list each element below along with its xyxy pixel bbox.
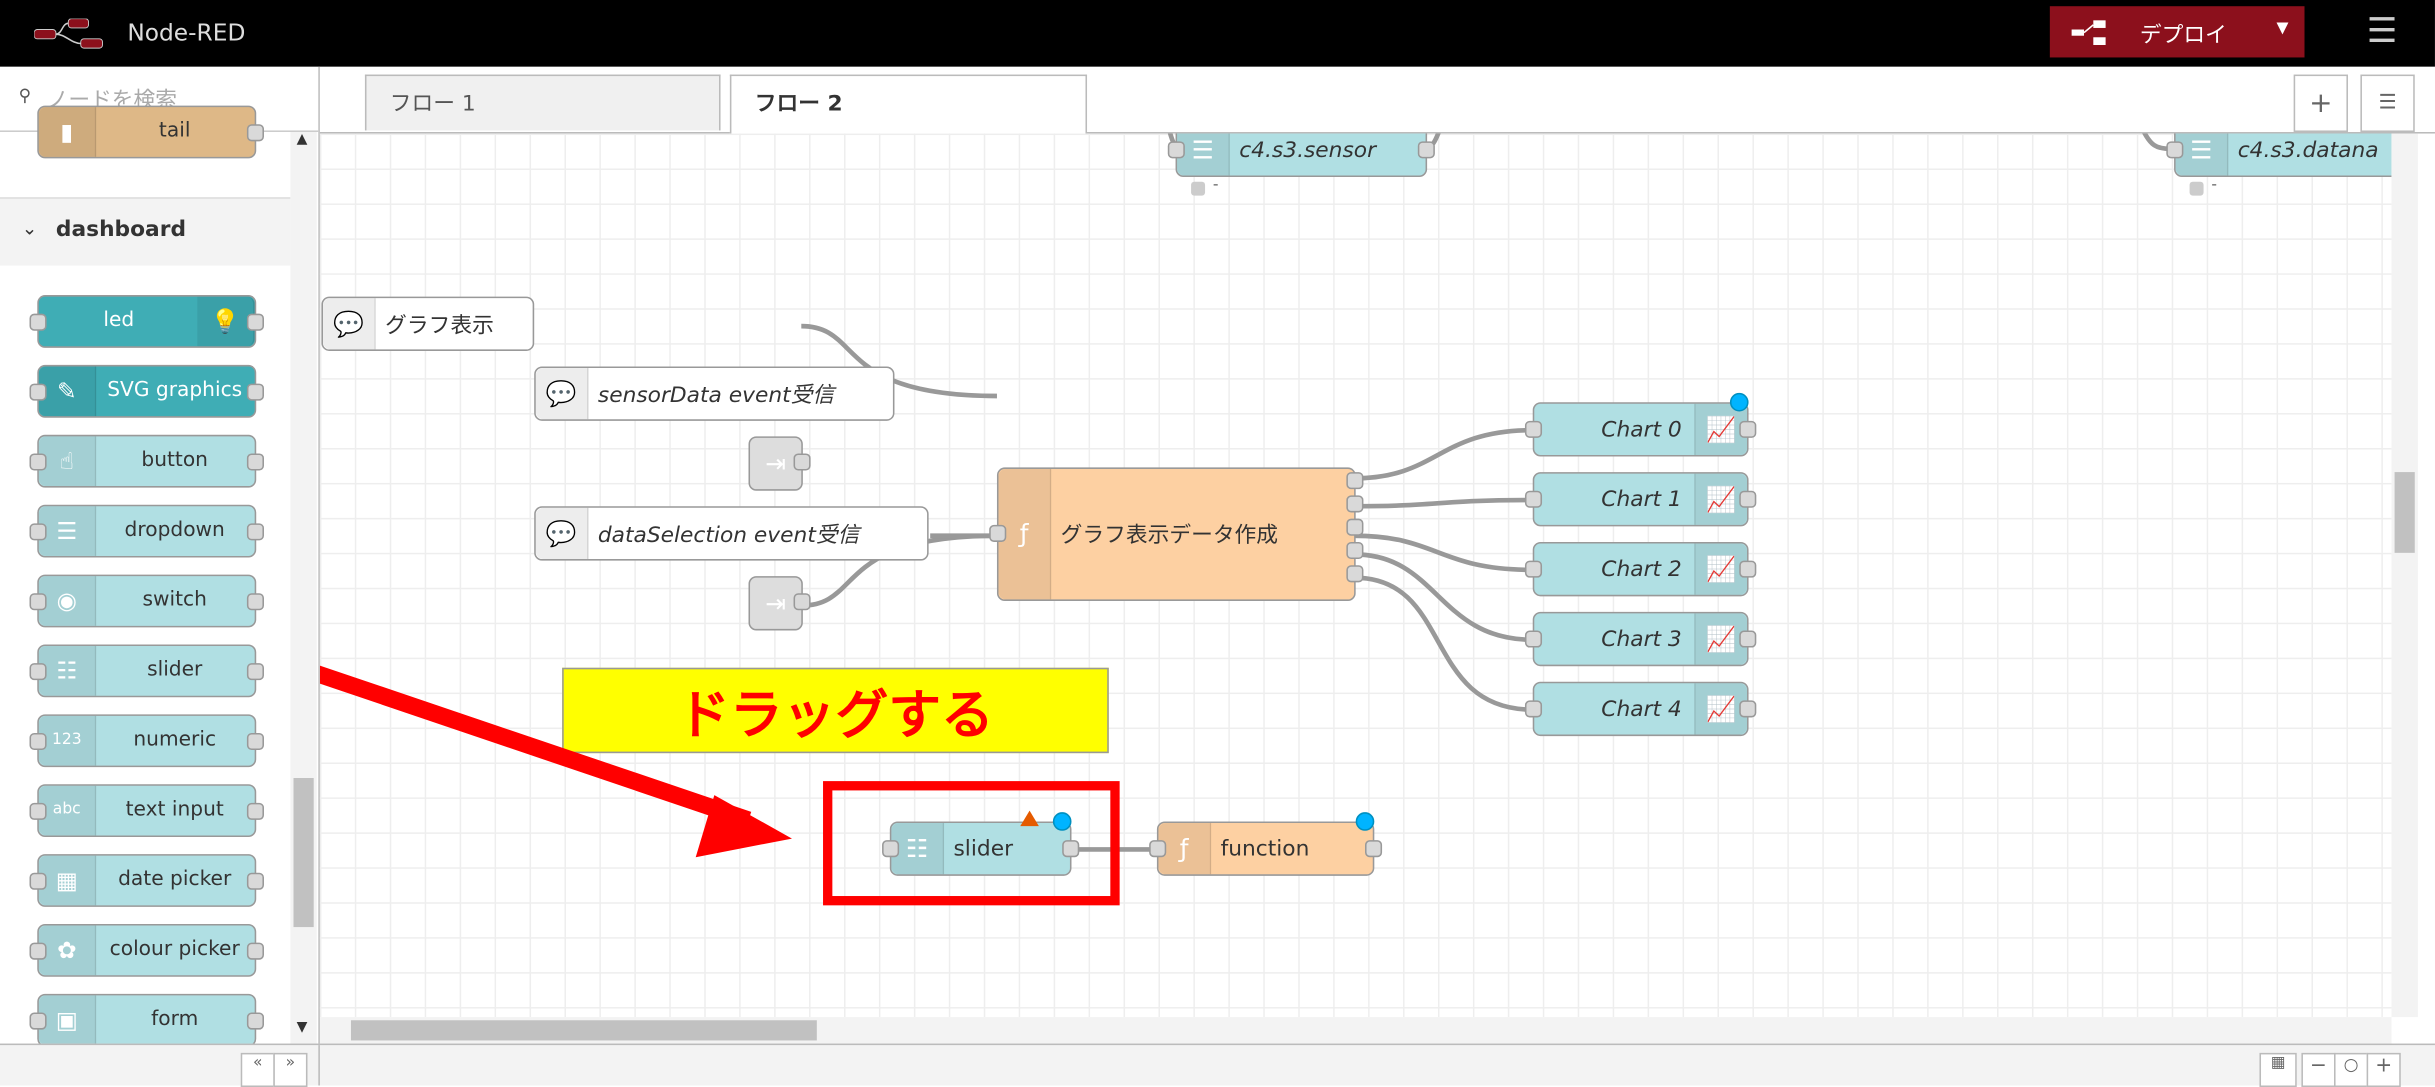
palette-node-label: SVG graphics (107, 378, 243, 403)
input-port[interactable] (29, 313, 47, 331)
scroll-up-icon[interactable]: ▲ (297, 132, 308, 148)
palette-node-dropdown[interactable]: ☰ dropdown (29, 504, 264, 558)
palette-node-label: switch (142, 588, 207, 612)
deploy-dropdown-icon[interactable]: ▼ (2277, 20, 2289, 37)
flow-canvas[interactable]: ☰ c4.s3.sensor ☰ c4.s3.datana - - 💬 グラフ表示 💬 senso… (319, 133, 2392, 1018)
output-port[interactable] (246, 313, 264, 331)
zoom-reset-icon[interactable]: ○ (2334, 1052, 2369, 1087)
output-port[interactable] (246, 523, 264, 541)
palette-node-label: date picker (118, 868, 232, 892)
abc-icon: abc (38, 785, 97, 836)
input-port[interactable] (29, 663, 47, 681)
palette-node-label: numeric (133, 728, 217, 752)
input-port[interactable] (29, 802, 47, 820)
navigator-map-icon[interactable]: ▦ (2259, 1052, 2297, 1087)
zoom-in-icon[interactable]: + (2366, 1052, 2401, 1087)
scrollbar-thumb[interactable] (2394, 472, 2415, 553)
toggle-icon: ◉ (38, 576, 97, 626)
hand-pointer-icon: ☝ (38, 436, 97, 487)
output-port[interactable] (246, 453, 264, 471)
output-port[interactable] (246, 383, 264, 401)
input-port[interactable] (29, 942, 47, 960)
expand-all-icon[interactable]: » (273, 1052, 308, 1087)
scrollbar-thumb[interactable] (293, 778, 314, 928)
file-icon: ▮ (38, 107, 97, 157)
output-port[interactable] (246, 124, 264, 142)
search-icon: ⚲ (18, 85, 32, 106)
canvas-vertical-scrollbar[interactable] (2391, 133, 2418, 1018)
palette-category-dashboard[interactable]: ⌄ dashboard (0, 197, 291, 266)
tab-flow-1[interactable]: フロー 1 (364, 74, 721, 131)
form-icon: ▣ (38, 995, 97, 1044)
header-bar: Node-RED デプロイ ▼ ☰ (0, 0, 2435, 67)
output-port[interactable] (246, 663, 264, 681)
zoom-out-icon[interactable]: − (2301, 1052, 2336, 1087)
palette-node-slider[interactable]: ☷ slider (29, 644, 264, 698)
output-port[interactable] (246, 942, 264, 960)
deploy-label: デプロイ (2139, 23, 2227, 49)
app-title: Node-RED (127, 18, 246, 47)
annotation-overlay (319, 665, 1120, 906)
palette-node-text-input[interactable]: abc text input (29, 784, 264, 838)
palette-node-tail[interactable]: ▮ tail (37, 105, 264, 159)
input-port[interactable] (29, 1012, 47, 1030)
palette-node-button[interactable]: ☝ button (29, 434, 264, 488)
calendar-icon: ▦ (38, 855, 97, 906)
palette-node-form[interactable]: ▣ form (29, 993, 264, 1044)
footer-bar: « » ▦ − ○ + (0, 1043, 2435, 1087)
output-port[interactable] (246, 802, 264, 820)
pen-icon: ✎ (38, 366, 97, 417)
output-port[interactable] (246, 872, 264, 890)
input-port[interactable] (29, 872, 47, 890)
deploy-button[interactable]: デプロイ ▼ (2049, 6, 2305, 58)
output-port[interactable] (246, 732, 264, 751)
palette-icon: ✿ (38, 925, 97, 976)
scrollbar-thumb[interactable] (350, 1020, 817, 1041)
palette-node-label: colour picker (109, 937, 240, 962)
palette-node-colour-picker[interactable]: ✿ colour picker (29, 923, 264, 977)
canvas-horizontal-scrollbar[interactable] (319, 1017, 2392, 1044)
output-port[interactable] (246, 1012, 264, 1030)
numeric-123-icon: 123 (38, 715, 97, 766)
collapse-all-icon[interactable]: « (240, 1052, 275, 1087)
palette-node-label: led (103, 309, 135, 333)
palette-node-label: slider (147, 658, 203, 682)
palette-node-switch[interactable]: ◉ switch (29, 574, 264, 628)
input-port[interactable] (29, 732, 47, 751)
input-port[interactable] (29, 593, 47, 611)
input-port[interactable] (29, 453, 47, 471)
palette-node-numeric[interactable]: 123 numeric (29, 714, 264, 768)
palette-scrollbar[interactable]: ▲ ▼ (290, 131, 317, 1044)
scroll-down-icon[interactable]: ▼ (297, 1020, 308, 1036)
output-port[interactable] (246, 593, 264, 611)
palette-node-label: text input (125, 798, 224, 822)
palette-node-label: form (151, 1007, 199, 1032)
highlight-box (823, 781, 1120, 906)
list-icon: ☰ (38, 506, 97, 556)
workspace-tabs: フロー 1 フロー 2 + ☰ (319, 66, 2435, 134)
red-arrow-shaft (319, 665, 752, 829)
node-red-logo-icon (34, 18, 103, 49)
palette-node-date-picker[interactable]: ▦ date picker (29, 854, 264, 907)
input-port[interactable] (29, 523, 47, 541)
palette-node-led[interactable]: 💡 led (29, 295, 264, 348)
add-flow-button[interactable]: + (2293, 74, 2348, 132)
palette-node-svg-graphics[interactable]: ✎ SVG graphics (29, 364, 264, 418)
sliders-icon: ☷ (38, 646, 97, 696)
input-port[interactable] (29, 383, 47, 401)
tab-flow-2[interactable]: フロー 2 (729, 74, 1088, 134)
palette-node-label: dropdown (124, 518, 225, 542)
flow-list-button[interactable]: ☰ (2360, 74, 2415, 132)
main-menu-icon[interactable]: ☰ (2367, 12, 2398, 51)
chevron-down-icon: ⌄ (21, 217, 38, 240)
node-palette: ⚲ ノードを検索 ▮ tail ⌄ dashboard 💡 led ✎ SVG gra… (0, 66, 320, 1044)
palette-node-label: button (141, 448, 208, 473)
deploy-icon (2071, 20, 2106, 46)
